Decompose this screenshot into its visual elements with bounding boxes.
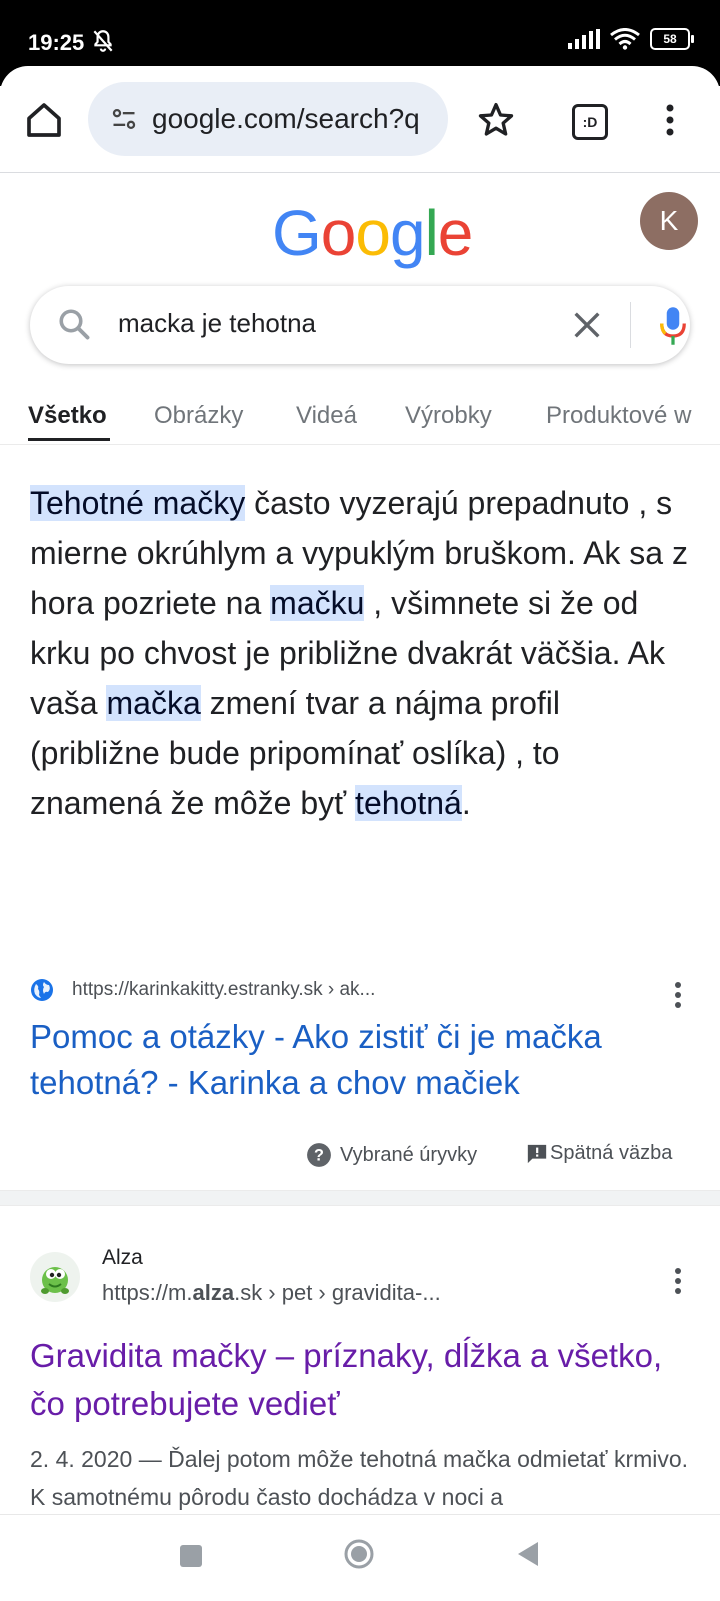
avatar-letter: K	[659, 205, 679, 236]
about-snippets-button[interactable]: ? Vybrané úryvky	[306, 1142, 477, 1168]
logo-letter: l	[424, 197, 439, 269]
snippet-part: mačku	[270, 585, 365, 621]
overflow-menu-icon[interactable]	[660, 100, 680, 140]
bell-off-icon	[93, 30, 113, 52]
back-button[interactable]	[514, 1539, 540, 1569]
about-snippets-label: Vybrané úryvky	[340, 1143, 478, 1166]
address-bar[interactable]: google.com/search?q	[88, 82, 448, 156]
tab-images[interactable]: Obrázky	[154, 402, 243, 430]
microphone-icon[interactable]	[658, 306, 688, 346]
tabs-label: :D	[582, 114, 598, 130]
source-url[interactable]: https://karinkakitty.estranky.sk › ak...	[72, 979, 375, 1001]
featured-snippet-text: Tehotné mačky často vyzerajú prepadnuto …	[30, 478, 690, 828]
search-box[interactable]: macka je tehotna	[30, 286, 690, 364]
logo-letter: e	[437, 197, 474, 269]
logo-letter: G	[272, 197, 322, 269]
signal-icon	[568, 29, 600, 49]
feedback-icon	[527, 1144, 547, 1163]
feedback-button[interactable]: Spätná väzba	[526, 1142, 672, 1165]
site-url[interactable]: https://m.alza.sk › pet › gravidita-...	[102, 1280, 441, 1306]
snippet-part: Tehotné mačky	[30, 485, 246, 521]
globe-icon	[31, 979, 53, 1001]
site-favicon	[30, 1252, 80, 1302]
wifi-icon	[610, 28, 640, 50]
snippet-part: mačka	[106, 685, 201, 721]
star-icon[interactable]	[476, 100, 516, 140]
system-nav-bar	[0, 1514, 720, 1601]
help-icon: ?	[307, 1143, 331, 1167]
url-prefix: https://m.	[102, 1280, 193, 1305]
result-description: 2. 4. 2020 — Ďalej potom môže tehotná ma…	[30, 1446, 689, 1510]
search-input[interactable]: macka je tehotna	[118, 308, 316, 339]
battery-level: 58	[663, 32, 677, 46]
browser-toolbar: google.com/search?q :D	[0, 66, 720, 173]
snippet-part: tehotná	[355, 785, 462, 821]
home-icon[interactable]	[24, 100, 64, 140]
battery-icon: 58	[650, 28, 694, 50]
result-menu-icon[interactable]	[672, 1266, 684, 1296]
status-time: 19:25	[28, 30, 85, 55]
search-divider	[630, 302, 631, 348]
section-divider	[0, 1190, 720, 1206]
search-tabs: Všetko Obrázky Videá Výrobky Produktové …	[0, 384, 720, 445]
url-suffix: .sk › pet › gravidita-...	[234, 1280, 441, 1305]
snippet-source[interactable]: https://karinkakitty.estranky.sk › ak...	[30, 978, 375, 1002]
site-name: Alza	[102, 1246, 143, 1269]
tab-videos[interactable]: Videá	[296, 402, 357, 430]
tab-products[interactable]: Výrobky	[405, 402, 492, 430]
active-tab-indicator	[28, 438, 110, 441]
google-logo[interactable]: Google	[272, 196, 474, 270]
recents-button[interactable]	[180, 1545, 202, 1567]
search-icon	[59, 309, 90, 340]
tabs-icon[interactable]: :D	[572, 104, 608, 140]
tab-all[interactable]: Všetko	[28, 402, 107, 430]
url-domain: alza	[192, 1280, 235, 1305]
feedback-label: Spätná väzba	[550, 1142, 673, 1164]
result-title-link[interactable]: Gravidita mačky – príznaky, dĺžka a všet…	[30, 1332, 690, 1428]
logo-letter: o	[320, 197, 357, 269]
alza-mascot-icon	[41, 1267, 69, 1294]
logo-letter: o	[355, 197, 391, 269]
snippet-part: .	[461, 785, 471, 821]
close-icon[interactable]	[570, 308, 604, 342]
logo-text: Google	[272, 197, 474, 269]
svg-text:?: ?	[314, 1146, 324, 1164]
result-menu-icon[interactable]	[672, 980, 684, 1010]
home-button[interactable]	[344, 1539, 374, 1569]
tab-product-sites[interactable]: Produktové w	[546, 402, 691, 430]
tune-icon[interactable]	[110, 105, 138, 133]
url-text[interactable]: google.com/search?q	[152, 103, 432, 135]
logo-letter: g	[389, 197, 426, 269]
snippet-result-link[interactable]: Pomoc a otázky - Ako zistiť či je mačka …	[30, 1014, 690, 1106]
avatar[interactable]: K	[640, 192, 698, 250]
